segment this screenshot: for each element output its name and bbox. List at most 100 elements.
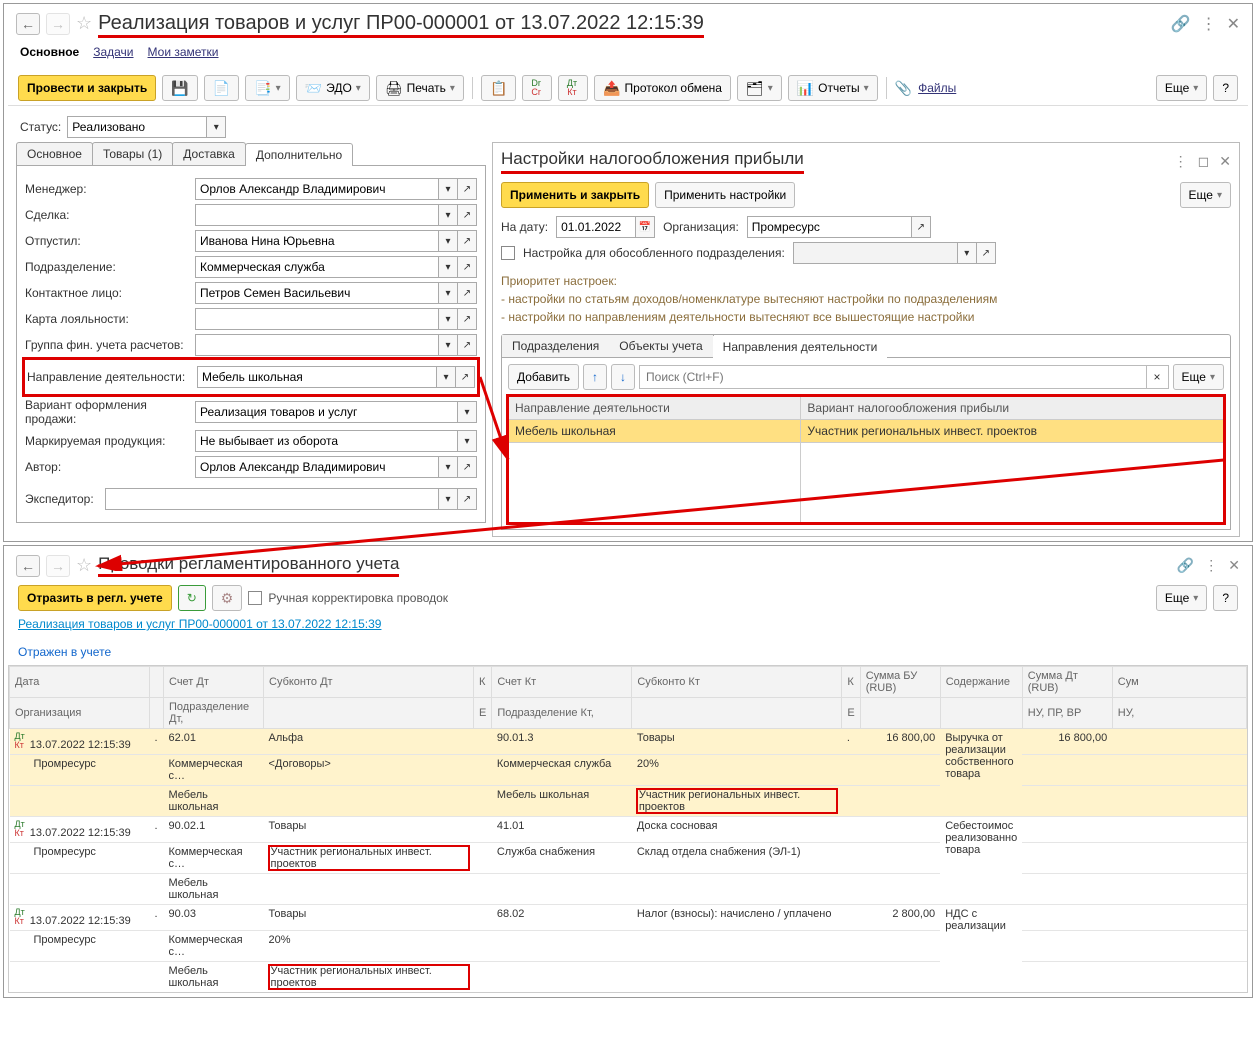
doc-link[interactable]: Реализация товаров и услуг ПР00-000001 о… [18,617,381,631]
date-cal-btn[interactable]: 📅 [635,216,655,238]
variant-input[interactable] [195,401,458,423]
post-button[interactable]: 📄 [204,75,239,101]
move-down-button[interactable]: ↓ [611,364,635,390]
search-input[interactable] [639,365,1147,389]
dd-btn[interactable]: ▾ [457,401,477,423]
open-btn[interactable]: ↗ [457,334,477,356]
refresh-button[interactable]: ↻ [178,585,206,611]
apply-button[interactable]: Применить настройки [655,182,795,208]
dd-btn[interactable]: ▾ [438,282,458,304]
dd-btn[interactable]: ▾ [438,456,458,478]
tab-departments[interactable]: Подразделения [502,335,610,357]
link-icon[interactable]: 🔗 [1171,14,1191,34]
posting-row[interactable]: ДтКт 13.07.2022 12:15:39.62.01Альфа 90.0… [10,729,1247,755]
tab-main[interactable]: Основное [20,45,79,61]
menu-icon[interactable]: ⋮ [1201,14,1217,34]
dd-btn[interactable]: ▾ [438,178,458,200]
open-btn[interactable]: ↗ [457,204,477,226]
org-input[interactable] [747,216,912,238]
move-up-button[interactable]: ↑ [583,364,607,390]
clear-search-button[interactable]: × [1147,365,1169,389]
posting-row[interactable]: ДтКт 13.07.2022 12:15:39.90.03Товары 68.… [10,905,1247,931]
open-btn[interactable]: ↗ [457,308,477,330]
close-icon[interactable]: ✕ [1228,557,1240,574]
status-dd-button[interactable]: ▾ [206,116,226,138]
open-btn[interactable]: ↗ [911,216,931,238]
dd-btn[interactable]: ▾ [438,488,458,510]
add-button[interactable]: Добавить [508,364,579,390]
dialog-close-icon[interactable]: ✕ [1219,153,1231,170]
tab-doc-main[interactable]: Основное [16,142,93,165]
forward-button[interactable]: → [46,555,70,577]
back-button[interactable]: ← [16,555,40,577]
dialog-more-button[interactable]: Еще [1180,182,1231,208]
forward-button[interactable]: → [46,13,70,35]
print-button[interactable]: 🖨Печать [376,75,464,101]
dialog-max-icon[interactable]: ◻ [1198,153,1210,170]
open-btn[interactable]: ↗ [457,256,477,278]
apply-close-button[interactable]: Применить и закрыть [501,182,649,208]
files-link[interactable]: Файлы [918,81,956,95]
activity-input[interactable] [197,366,437,388]
open-btn[interactable]: ↗ [455,366,475,388]
dialog-menu-icon[interactable]: ⋮ [1174,153,1188,170]
link-icon[interactable]: 🔗 [1177,557,1194,574]
create-based-button[interactable]: 📑 [245,75,289,101]
settings-button[interactable]: ⚙ [212,585,243,611]
card-input[interactable] [195,308,439,330]
table-row[interactable]: Мебель школьная Участник региональных ин… [509,420,1224,443]
tab-doc-delivery[interactable]: Доставка [172,142,246,165]
tab-objects[interactable]: Объекты учета [609,335,713,357]
postings-more-button[interactable]: Еще [1156,585,1207,611]
tab-notes[interactable]: Мои заметки [148,45,219,61]
manual-checkbox[interactable] [248,591,262,605]
subunit-checkbox[interactable] [501,246,515,260]
open-btn[interactable]: ↗ [457,230,477,252]
back-button[interactable]: ← [16,13,40,35]
tab-tasks[interactable]: Задачи [93,45,133,61]
contact-input[interactable] [195,282,439,304]
post-close-button[interactable]: Провести и закрыть [18,75,156,101]
edo-button[interactable]: 📨ЭДО [296,75,370,101]
structure-button[interactable]: 🗂 [737,75,782,101]
panel-more-button[interactable]: Еще [1173,364,1224,390]
open-btn[interactable]: ↗ [457,456,477,478]
open-btn[interactable]: ↗ [457,282,477,304]
help-button[interactable]: ? [1213,75,1238,101]
save-button[interactable]: 💾 [162,75,197,101]
exped-input[interactable] [105,488,439,510]
fingroup-input[interactable] [195,334,439,356]
author-input[interactable] [195,456,439,478]
tab-activities[interactable]: Направления деятельности [713,336,888,358]
postings-help-button[interactable]: ? [1213,585,1238,611]
tab-doc-goods[interactable]: Товары (1) [92,142,173,165]
posting-row[interactable]: ДтКт 13.07.2022 12:15:39.90.02.1Товары 4… [10,817,1247,843]
protocol-button[interactable]: 📤Протокол обмена [594,75,731,101]
dd-btn[interactable]: ▾ [438,334,458,356]
attach-icon[interactable]: 📎 [895,80,912,97]
manager-input[interactable] [195,178,439,200]
menu-icon[interactable]: ⋮ [1204,557,1218,574]
date-input[interactable] [556,216,636,238]
dtkt-button[interactable]: ДтКт [558,75,588,101]
dept-input[interactable] [195,256,439,278]
released-input[interactable] [195,230,439,252]
tab-doc-extra[interactable]: Дополнительно [245,143,353,166]
reflect-button[interactable]: Отразить в регл. учете [18,585,172,611]
status-input[interactable] [67,116,207,138]
more-button[interactable]: Еще [1156,75,1207,101]
mark-input[interactable] [195,430,458,452]
doc-icon-button[interactable]: 📋 [481,75,516,101]
open-btn[interactable]: ↗ [457,178,477,200]
dd-btn[interactable]: ▾ [438,204,458,226]
open-btn[interactable]: ↗ [457,488,477,510]
dd-btn[interactable]: ▾ [438,256,458,278]
dd-btn[interactable]: ▾ [438,308,458,330]
dd-btn[interactable]: ▾ [438,230,458,252]
drcr-button[interactable]: DrCr [522,75,552,101]
close-icon[interactable]: ✕ [1227,14,1240,34]
dd-btn[interactable]: ▾ [457,430,477,452]
deal-input[interactable] [195,204,439,226]
favorite-icon[interactable]: ☆ [76,555,92,576]
dd-btn[interactable]: ▾ [436,366,456,388]
